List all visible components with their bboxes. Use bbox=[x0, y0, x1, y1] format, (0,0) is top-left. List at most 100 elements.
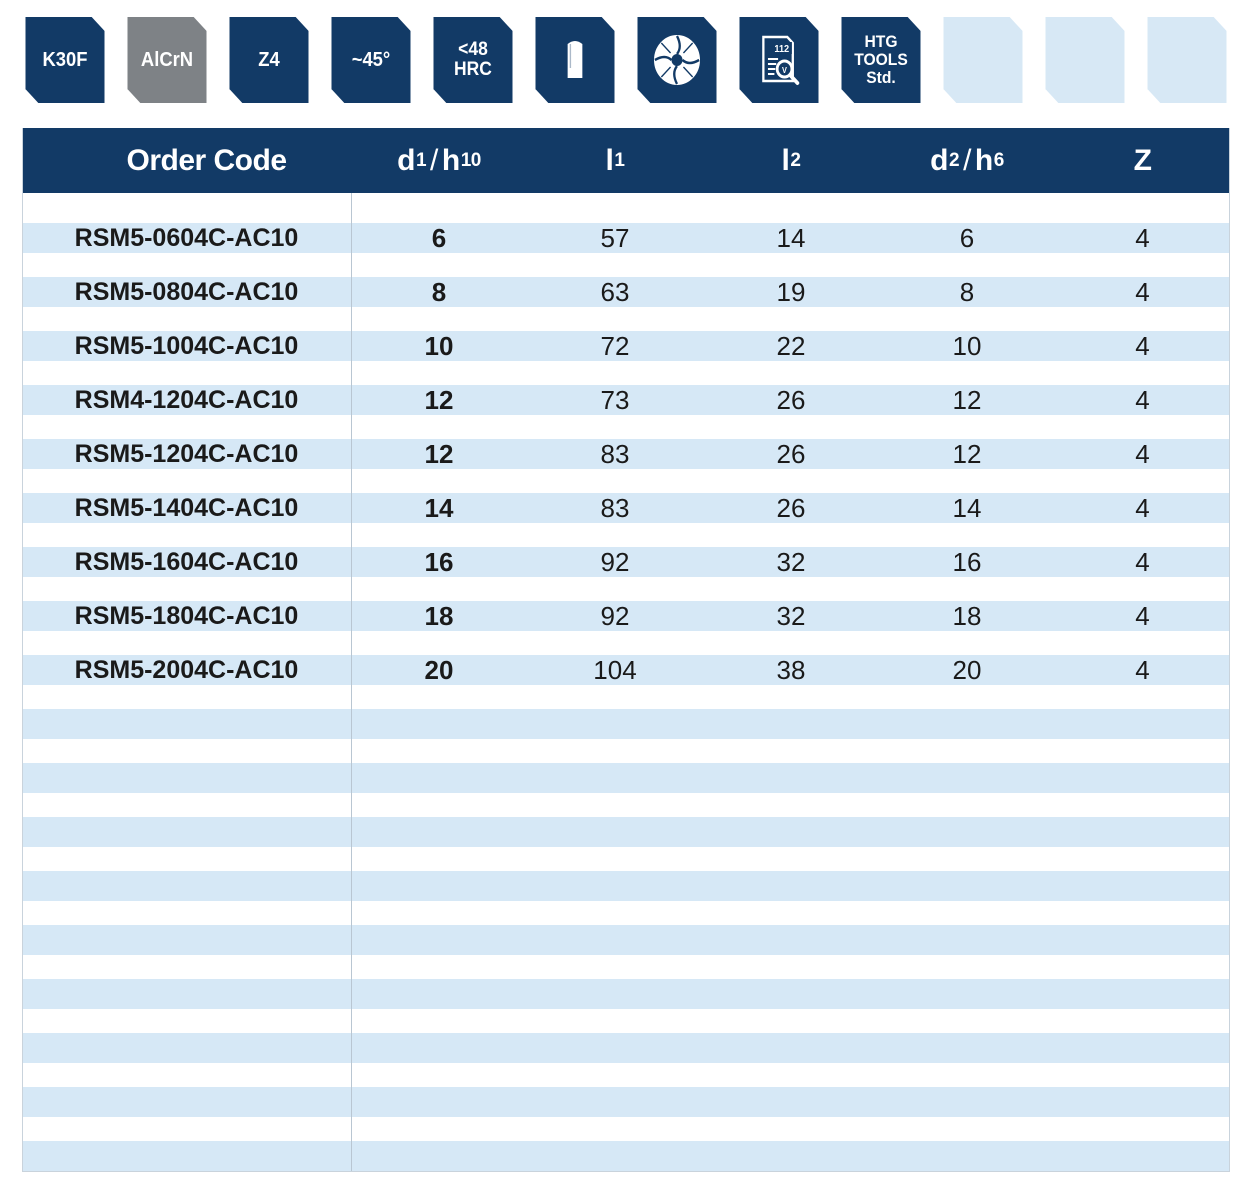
header-d1-tolerance-subscript: 10 bbox=[460, 149, 482, 171]
header-z: Z bbox=[1055, 128, 1230, 193]
table-row: RSM5-1404C-AC10 14 83 26 14 4 bbox=[22, 493, 1230, 523]
standard-badge: HTG TOOLS Std. bbox=[841, 17, 921, 103]
cell-d2: 10 bbox=[952, 330, 982, 361]
flutes-badge: Z4 bbox=[229, 17, 309, 103]
row-stripe bbox=[22, 1033, 1230, 1063]
header-l1: l1 bbox=[527, 128, 703, 193]
helix-angle-badge-label: ~45° bbox=[351, 48, 391, 71]
cell-l1: 72 bbox=[600, 330, 630, 361]
standard-badge-line-3: Std. bbox=[866, 67, 896, 87]
table-row: RSM5-0604C-AC10 6 57 14 6 4 bbox=[22, 223, 1230, 253]
cell-d2: 12 bbox=[952, 438, 982, 469]
cell-d1: 16 bbox=[424, 546, 454, 577]
cell-d1: 12 bbox=[424, 438, 454, 469]
standard-badge-line-1: HTG bbox=[864, 32, 898, 52]
empty-badge bbox=[1147, 17, 1227, 103]
table-row: RSM5-1804C-AC10 18 92 32 18 4 bbox=[22, 601, 1230, 631]
header-z-label: Z bbox=[1133, 143, 1152, 177]
cell-z: 4 bbox=[1135, 492, 1150, 523]
cell-order-code: RSM5-0804C-AC10 bbox=[74, 277, 299, 306]
cross-section-badge bbox=[637, 17, 717, 103]
row-stripe bbox=[22, 709, 1230, 739]
hardness-badge: <48 HRC bbox=[433, 17, 513, 103]
cell-l1: 83 bbox=[600, 492, 630, 523]
flutes-badge-label: Z4 bbox=[258, 48, 280, 71]
cell-l2: 22 bbox=[776, 330, 806, 361]
header-order-code: Order Code bbox=[22, 128, 391, 193]
cell-l1: 83 bbox=[600, 438, 630, 469]
row-stripe bbox=[22, 871, 1230, 901]
header-d1-symbol: d bbox=[397, 143, 415, 177]
header-l1-subscript: 1 bbox=[614, 149, 625, 171]
cell-d2: 8 bbox=[959, 276, 975, 307]
cell-l2: 32 bbox=[776, 546, 806, 577]
grade-badge-label: K30F bbox=[42, 48, 88, 71]
row-stripe bbox=[22, 1141, 1230, 1171]
row-stripe bbox=[22, 979, 1230, 1009]
cell-z: 4 bbox=[1135, 384, 1150, 415]
header-l2: l2 bbox=[703, 128, 879, 193]
cell-d2: 16 bbox=[952, 546, 982, 577]
row-stripe bbox=[22, 763, 1230, 793]
cell-l1: 92 bbox=[600, 600, 630, 631]
cell-z: 4 bbox=[1135, 276, 1150, 307]
table-body: RSM5-0604C-AC10 6 57 14 6 4 RSM5-0804C-A… bbox=[22, 193, 1230, 1172]
cell-order-code: RSM5-1604C-AC10 bbox=[74, 547, 299, 576]
row-stripe bbox=[22, 1087, 1230, 1117]
cutting-data-page-icon: 112 V bbox=[762, 35, 800, 85]
table-row: RSM5-2004C-AC10 20 104 38 20 4 bbox=[22, 655, 1230, 685]
header-d2-subscript: 2 bbox=[949, 149, 960, 171]
header-d1-subscript: 1 bbox=[415, 149, 427, 171]
cell-l2: 26 bbox=[776, 492, 806, 523]
cell-d1: 6 bbox=[431, 222, 447, 253]
cell-l2: 14 bbox=[776, 222, 806, 253]
cell-d1: 20 bbox=[424, 654, 454, 685]
table-header: Order Code d 1/h 10 l1 l2 d 2/h 6 Z bbox=[22, 128, 1230, 193]
cell-z: 4 bbox=[1135, 438, 1150, 469]
cell-l1: 104 bbox=[593, 654, 637, 685]
cell-order-code: RSM5-1804C-AC10 bbox=[74, 601, 299, 630]
standard-badge-line-2: TOOLS bbox=[854, 50, 908, 70]
cell-l2: 38 bbox=[776, 654, 806, 685]
cell-l1: 92 bbox=[600, 546, 630, 577]
cell-d1: 10 bbox=[424, 330, 454, 361]
header-d1-tolerance: h bbox=[441, 143, 460, 177]
cell-l2: 26 bbox=[776, 438, 806, 469]
cell-d2: 20 bbox=[952, 654, 982, 685]
svg-text:V: V bbox=[782, 66, 788, 75]
cell-z: 4 bbox=[1135, 654, 1150, 685]
header-order-code-label: Order Code bbox=[126, 143, 287, 177]
cutting-data-badge: 112 V bbox=[739, 17, 819, 103]
shank-badge bbox=[535, 17, 615, 103]
header-d2-h6: d 2/h 6 bbox=[879, 128, 1055, 193]
header-d2-symbol: d bbox=[930, 143, 948, 177]
feature-badges: K30F AlCrN Z4 ~45° <48 HRC 112 V HTG TOO… bbox=[22, 17, 1232, 103]
cell-l1: 73 bbox=[600, 384, 630, 415]
cell-d1: 8 bbox=[431, 276, 447, 307]
cell-z: 4 bbox=[1135, 546, 1150, 577]
cell-z: 4 bbox=[1135, 600, 1150, 631]
hardness-badge-line-2: HRC bbox=[454, 59, 492, 80]
cell-d2: 12 bbox=[952, 384, 982, 415]
cell-l2: 32 bbox=[776, 600, 806, 631]
empty-badge bbox=[943, 17, 1023, 103]
empty-badge bbox=[1045, 17, 1125, 103]
table-row: RSM5-0804C-AC10 8 63 19 8 4 bbox=[22, 277, 1230, 307]
cell-order-code: RSM5-1204C-AC10 bbox=[74, 439, 299, 468]
row-stripe bbox=[22, 925, 1230, 955]
header-l1-symbol: l bbox=[605, 143, 614, 177]
header-l2-subscript: 2 bbox=[790, 149, 801, 171]
cell-d2: 18 bbox=[952, 600, 982, 631]
cell-order-code: RSM5-2004C-AC10 bbox=[74, 655, 299, 684]
header-d2-tolerance: h bbox=[974, 143, 993, 177]
grade-badge: K30F bbox=[25, 17, 105, 103]
row-stripe bbox=[22, 817, 1230, 847]
cell-l2: 26 bbox=[776, 384, 806, 415]
order-table: Order Code d 1/h 10 l1 l2 d 2/h 6 Z RSM5… bbox=[22, 128, 1230, 1172]
cell-l1: 57 bbox=[600, 222, 630, 253]
table-row: RSM5-1204C-AC10 12 83 26 12 4 bbox=[22, 439, 1230, 469]
end-mill-shank-icon bbox=[567, 41, 583, 78]
cutting-data-page-number: 112 bbox=[774, 44, 789, 55]
cell-d1: 18 bbox=[424, 600, 454, 631]
header-d1-slash: / bbox=[430, 143, 438, 177]
